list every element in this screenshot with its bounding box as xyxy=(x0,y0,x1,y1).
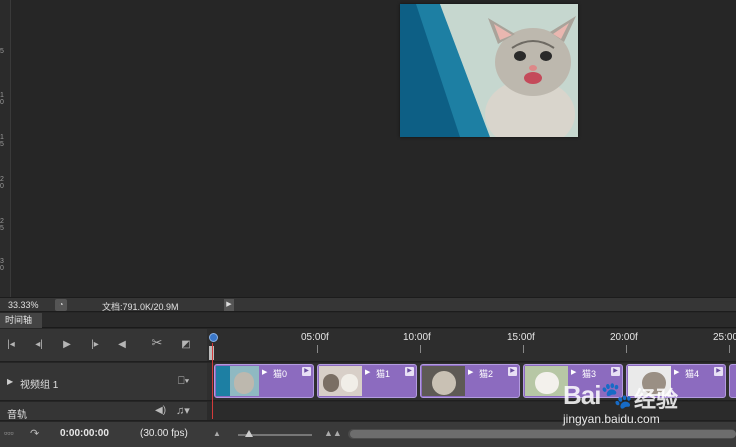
video-group-header[interactable]: ▶ 视频组 1 ⎕▾ xyxy=(0,363,207,401)
panel-tabbar: 时间轴 xyxy=(0,313,736,328)
film-menu-icon[interactable]: ⎕▾ xyxy=(178,375,189,388)
clip-partial[interactable] xyxy=(729,364,736,398)
play-icon[interactable]: ▶ xyxy=(60,339,74,351)
clip-end-icon[interactable]: ▶ xyxy=(611,367,620,376)
baidu-watermark-logo: Bai🐾 xyxy=(563,380,633,410)
audio-track-header[interactable]: 音轨 ◀) ♫▾ xyxy=(0,402,207,421)
clip-end-icon[interactable]: ▶ xyxy=(405,367,414,376)
time-tick xyxy=(523,345,524,353)
time-tick xyxy=(729,345,730,353)
time-tick xyxy=(626,345,627,353)
frame-rate: (30.00 fps) xyxy=(140,428,188,439)
previous-frame-icon[interactable]: ◂| xyxy=(32,339,46,351)
clip-thumbnail xyxy=(525,366,568,396)
clip-thumbnail xyxy=(319,366,362,396)
playhead-line xyxy=(212,343,213,419)
clip-1[interactable]: ▶ 猫1 ▶ xyxy=(317,364,417,398)
clip-2[interactable]: ▶ 猫2 ▶ xyxy=(420,364,520,398)
speaker-icon[interactable]: ◀) xyxy=(155,405,166,416)
music-note-icon[interactable]: ♫▾ xyxy=(176,404,190,417)
clip-play-icon[interactable]: ▶ xyxy=(468,368,473,376)
time-label: 10:00f xyxy=(403,332,431,343)
vertical-ruler: 5 10 15 20 25 30 xyxy=(0,0,11,297)
time-label: 20:00f xyxy=(610,332,638,343)
ruler-tick: 10 xyxy=(0,92,4,106)
watermark-jingyan-text: 经验 xyxy=(634,387,679,412)
next-frame-icon[interactable]: |▸ xyxy=(88,339,102,351)
clip-name: 猫1 xyxy=(376,369,391,379)
clip-play-icon[interactable]: ▶ xyxy=(571,368,576,376)
time-tick xyxy=(420,345,421,353)
time-label: 05:00f xyxy=(301,332,329,343)
ruler-tick: 5 xyxy=(0,48,4,55)
ruler-tick: 20 xyxy=(0,176,4,190)
zoom-out-icon[interactable]: ▲ xyxy=(213,429,221,438)
time-label: 25:00 xyxy=(713,332,736,343)
status-bar: 33.33% ◔ 文档:791.0K/20.9M ▶ xyxy=(0,297,736,312)
clip-end-icon[interactable]: ▶ xyxy=(508,367,517,376)
scrollbar-thumb[interactable] xyxy=(350,430,736,438)
timeline-ruler[interactable]: 05:00f 10:00f 15:00f 20:00f 25:00 xyxy=(207,329,736,362)
tab-timeline[interactable]: 时间轴 xyxy=(0,313,42,328)
clip-0[interactable]: ▶ 猫0 ▶ xyxy=(214,364,314,398)
time-label: 15:00f xyxy=(507,332,535,343)
frame-animation-toggle-icon[interactable]: ▫▫▫ xyxy=(4,428,14,438)
document-canvas[interactable] xyxy=(11,0,736,297)
kitten-image[interactable] xyxy=(400,4,578,137)
zoom-level[interactable]: 33.33% xyxy=(8,300,39,310)
current-time: 0:00:00:00 xyxy=(60,428,109,439)
ruler-tick: 30 xyxy=(0,258,4,272)
clip-name: 猫2 xyxy=(479,369,494,379)
time-tick xyxy=(317,345,318,353)
clip-name: 猫0 xyxy=(273,369,288,379)
clip-name: 猫4 xyxy=(685,369,700,379)
transport-controls: |◂ ◂| ▶ |▸ ◀ ✂ ◩ xyxy=(0,329,207,362)
transition-icon[interactable]: ◩ xyxy=(179,339,193,351)
zoom-in-icon[interactable]: ▲▲ xyxy=(324,428,342,438)
timeline-zoom-knob[interactable] xyxy=(245,430,253,437)
expand-arrow-icon[interactable]: ▶ xyxy=(7,377,13,386)
ruler-tick: 25 xyxy=(0,218,4,232)
scissors-icon[interactable]: ✂ xyxy=(150,336,164,349)
clip-end-icon[interactable]: ▶ xyxy=(714,367,723,376)
status-info-icon[interactable]: ◔ xyxy=(55,299,67,311)
clip-play-icon[interactable]: ▶ xyxy=(262,368,267,376)
clip-thumbnail xyxy=(216,366,259,396)
clip-play-icon[interactable]: ▶ xyxy=(365,368,370,376)
clip-thumbnail xyxy=(422,366,465,396)
render-arrow-icon[interactable]: ↷ xyxy=(30,427,39,440)
status-menu-arrow-icon[interactable]: ▶ xyxy=(224,299,234,311)
document-size: 文档:791.0K/20.9M xyxy=(102,302,179,312)
go-to-first-frame-icon[interactable]: |◂ xyxy=(4,339,18,351)
audio-icon[interactable]: ◀ xyxy=(115,339,129,351)
video-group-label: 视频组 1 xyxy=(20,380,59,391)
playhead-handle[interactable] xyxy=(209,333,218,342)
watermark-url: jingyan.baidu.com xyxy=(563,412,660,426)
clip-name: 猫3 xyxy=(582,369,597,379)
clip-play-icon[interactable]: ▶ xyxy=(674,368,679,376)
audio-track-label: 音轨 xyxy=(7,410,27,421)
ruler-tick: 15 xyxy=(0,134,4,148)
clip-end-icon[interactable]: ▶ xyxy=(302,367,311,376)
